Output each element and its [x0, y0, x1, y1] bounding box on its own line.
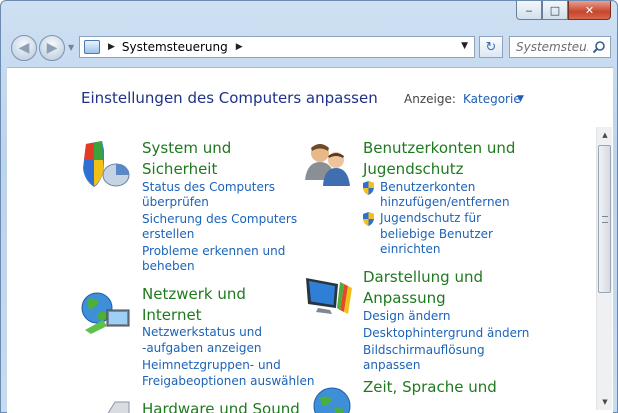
link-create-backup-line2[interactable]: erstellen: [142, 227, 194, 243]
content-pane: Einstellungen des Computers anpassen Anz…: [7, 67, 613, 413]
link-homegroup[interactable]: Heimnetzgruppen- und: [142, 358, 281, 374]
title-bar[interactable]: ‒ □ ✕: [1, 1, 617, 29]
view-label: Anzeige:: [404, 92, 456, 106]
link-parental-controls-line3[interactable]: einrichten: [380, 242, 441, 258]
link-create-backup[interactable]: Sicherung des Computers: [142, 212, 297, 228]
category-title-system-security-line2[interactable]: Sicherheit: [142, 159, 217, 180]
link-check-computer-status-line2[interactable]: überprüfen: [142, 195, 209, 211]
link-parental-controls-line2[interactable]: beliebige Benutzer: [380, 227, 493, 243]
breadcrumb-control-panel[interactable]: Systemsteuerung: [122, 40, 228, 54]
view-dropdown[interactable]: Kategorie: [463, 92, 521, 106]
maximize-icon: □: [549, 3, 561, 17]
link-parental-controls[interactable]: Jugendschutz für: [380, 211, 481, 227]
refresh-button[interactable]: ↻: [479, 36, 503, 58]
link-troubleshoot-line2[interactable]: beheben: [142, 259, 195, 275]
uac-shield-icon: [363, 181, 374, 195]
system-security-icon[interactable]: [80, 140, 132, 190]
category-title-appearance[interactable]: Darstellung und: [363, 267, 483, 288]
maximize-button[interactable]: □: [542, 1, 568, 20]
control-panel-icon: [84, 40, 100, 54]
path-separator-icon[interactable]: ▶: [108, 42, 115, 52]
minimize-button[interactable]: ‒: [516, 1, 542, 20]
hardware-sound-icon[interactable]: [103, 400, 133, 413]
refresh-icon: ↻: [485, 39, 497, 55]
close-button[interactable]: ✕: [568, 1, 611, 20]
category-title-network-line2[interactable]: Internet: [142, 305, 202, 326]
link-troubleshoot[interactable]: Probleme erkennen und: [142, 244, 285, 260]
scroll-down-arrow-icon: ▼: [602, 398, 608, 406]
category-title-hardware-sound[interactable]: Hardware und Sound: [142, 399, 300, 413]
back-button[interactable]: ◀: [11, 35, 37, 61]
back-arrow-icon: ◀: [18, 40, 30, 56]
category-title-user-accounts[interactable]: Benutzerkonten und: [363, 138, 515, 159]
link-check-computer-status[interactable]: Status des Computers: [142, 180, 275, 196]
close-icon: ✕: [584, 3, 595, 17]
link-network-status[interactable]: Netzwerkstatus und: [142, 325, 262, 341]
link-adjust-resolution[interactable]: Bildschirmauflösung: [363, 343, 485, 359]
minimize-icon: ‒: [525, 3, 533, 17]
search-input[interactable]: [516, 40, 588, 54]
category-title-appearance-line2[interactable]: Anpassung: [363, 288, 446, 309]
recent-pages-dropdown[interactable]: ▼: [68, 43, 74, 52]
category-title-system-security[interactable]: System und: [142, 138, 231, 159]
page-title: Einstellungen des Computers anpassen: [81, 89, 378, 107]
search-box[interactable]: [509, 36, 611, 58]
category-title-clock-language[interactable]: Zeit, Sprache und: [363, 377, 497, 398]
link-change-theme[interactable]: Design ändern: [363, 309, 451, 325]
link-adjust-resolution-line2[interactable]: anpassen: [363, 358, 420, 374]
link-homegroup-line2[interactable]: Freigabeoptionen auswählen: [142, 374, 314, 390]
address-bar[interactable]: ▶ Systemsteuerung ▶ ▼: [79, 36, 475, 58]
caption-buttons: ‒ □ ✕: [516, 1, 611, 20]
forward-button[interactable]: ▶: [39, 35, 65, 61]
address-dropdown-icon[interactable]: ▼: [461, 41, 468, 51]
link-change-desktop-background[interactable]: Desktophintergrund ändern: [363, 326, 529, 342]
window-frame: ‒ □ ✕ ◀ ▶ ▼ ▶ Systemsteuerung ▶ ▼ ↻ Eins…: [0, 0, 618, 413]
forward-arrow-icon: ▶: [46, 40, 58, 56]
scroll-up-button[interactable]: ▲: [597, 127, 613, 143]
vertical-scrollbar[interactable]: ▲ ▼: [596, 127, 612, 410]
user-accounts-icon[interactable]: [303, 140, 353, 188]
navigation-bar: ◀ ▶ ▼ ▶ Systemsteuerung ▶ ▼ ↻: [7, 31, 613, 63]
category-title-user-accounts-line2[interactable]: Jugendschutz: [363, 159, 464, 180]
link-network-status-line2[interactable]: -aufgaben anzeigen: [142, 341, 261, 357]
appearance-icon[interactable]: [304, 274, 356, 316]
scrollbar-thumb[interactable]: [598, 145, 611, 293]
scroll-up-arrow-icon: ▲: [602, 131, 608, 139]
search-icon[interactable]: [592, 40, 606, 54]
link-add-remove-accounts-line2[interactable]: hinzufügen/entfernen: [380, 195, 510, 211]
view-dropdown-arrow-icon[interactable]: ▼: [517, 94, 524, 104]
scrollbar-grip: [602, 216, 608, 223]
uac-shield-icon: [363, 212, 374, 226]
scroll-down-button[interactable]: ▼: [597, 394, 613, 410]
breadcrumb-separator-icon[interactable]: ▶: [236, 42, 243, 52]
network-icon[interactable]: [81, 290, 133, 334]
category-title-network[interactable]: Netzwerk und: [142, 284, 246, 305]
clock-language-icon[interactable]: [312, 386, 352, 413]
link-add-remove-accounts[interactable]: Benutzerkonten: [380, 180, 475, 196]
